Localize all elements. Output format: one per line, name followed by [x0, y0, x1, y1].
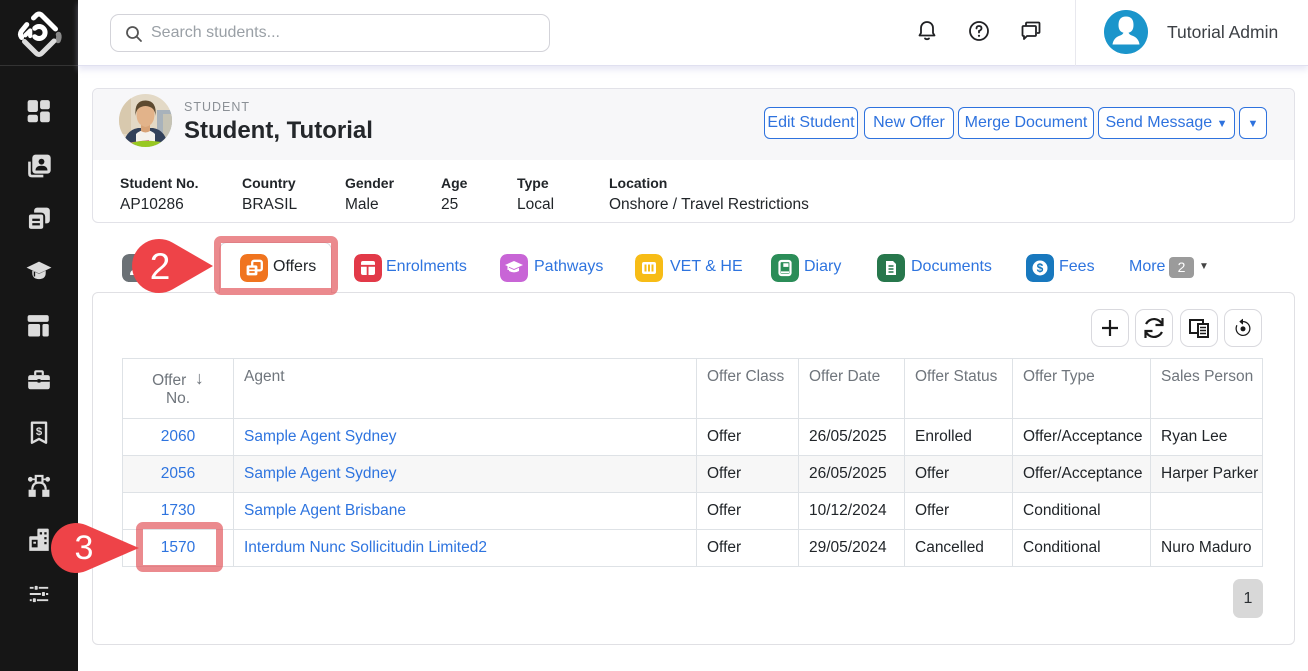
svg-text:$: $	[1037, 261, 1044, 275]
svg-text:$: $	[36, 426, 43, 438]
